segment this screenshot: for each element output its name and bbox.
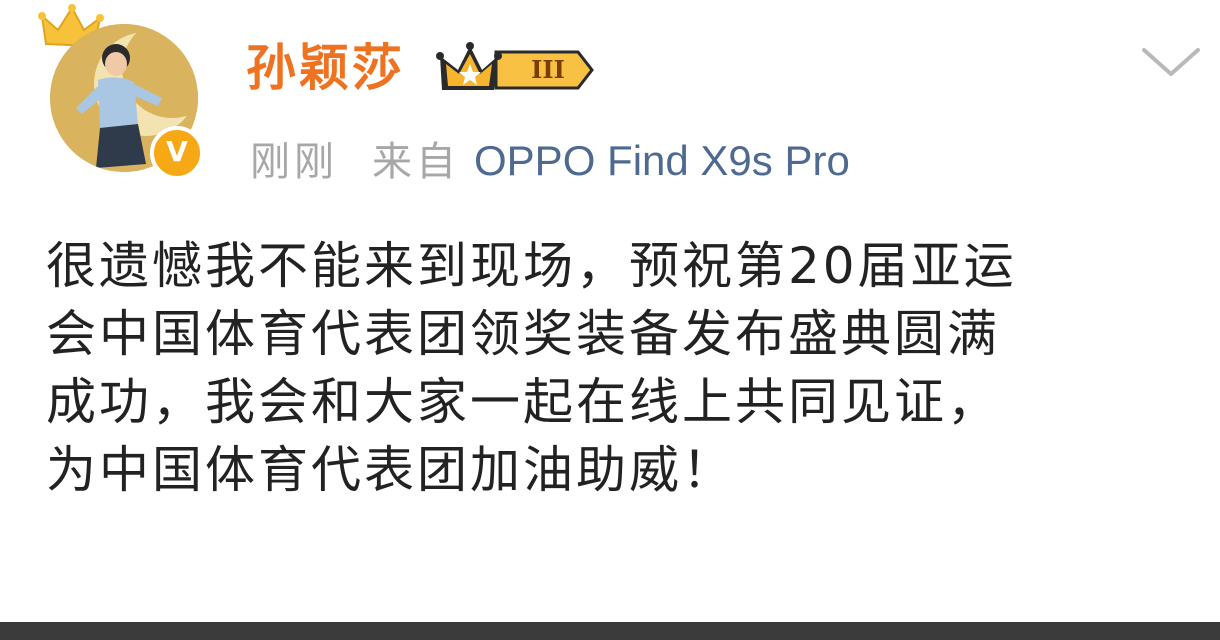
bottom-divider (0, 622, 1220, 640)
timestamp: 刚刚 (250, 139, 338, 185)
post-text: 很遗憾我不能来到现场，预祝第20届亚运 会中国体育代表团领奖装备发布盛典圆满 成… (46, 237, 1017, 499)
device-link[interactable]: OPPO Find X9s Pro (474, 137, 850, 184)
post-meta: 刚刚 来自 OPPO Find X9s Pro (250, 133, 850, 193)
vip-badge-icon: V (150, 126, 204, 180)
chevron-down-icon[interactable] (1140, 44, 1202, 80)
avatar-container[interactable]: V (38, 4, 218, 184)
username[interactable]: 孙颖莎 (246, 36, 405, 100)
crown-member-badge-icon[interactable]: III (436, 40, 596, 98)
member-level: III (531, 55, 565, 84)
weibo-post-card: V 孙颖莎 III 刚刚 来自 OPPO Find X9s Pro 很遗憾我不能来到… (0, 0, 1220, 622)
source-prefix: 来自 (372, 139, 460, 185)
